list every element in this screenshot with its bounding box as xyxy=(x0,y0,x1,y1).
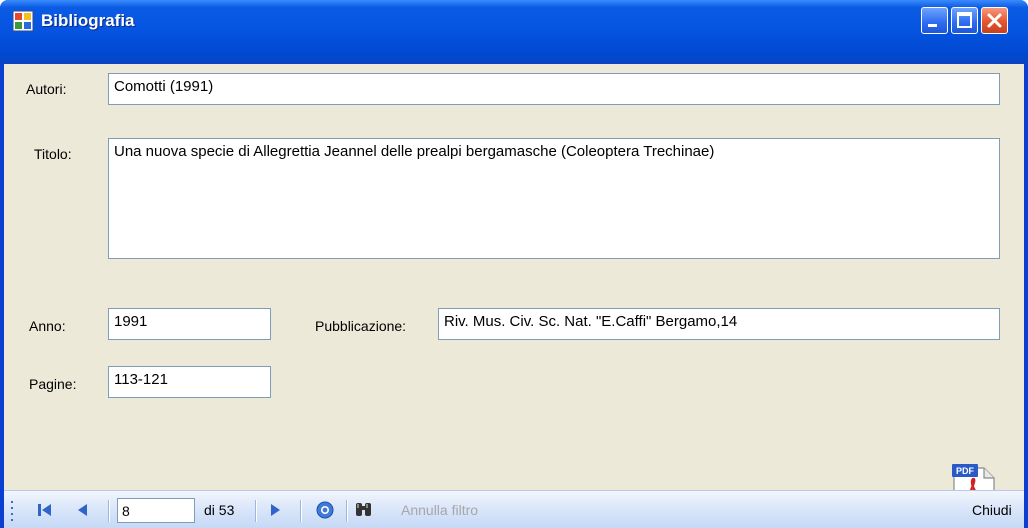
pubblicazione-field[interactable]: Riv. Mus. Civ. Sc. Nat. "E.Caffi" Bergam… xyxy=(438,308,1000,340)
first-record-icon xyxy=(38,504,51,516)
autori-label: Autori: xyxy=(26,81,67,97)
app-icon[interactable] xyxy=(12,10,34,32)
toolbar-separator xyxy=(300,500,302,522)
move-first-button[interactable] xyxy=(32,491,58,528)
position-input[interactable] xyxy=(117,498,195,523)
next-record-icon xyxy=(271,504,280,516)
help-icon xyxy=(316,501,334,519)
record-count-label: di 53 xyxy=(204,502,235,518)
autori-field[interactable]: Comotti (1991) xyxy=(108,73,1000,105)
minimize-icon xyxy=(928,24,937,27)
clear-filter-button[interactable]: Annulla filtro xyxy=(352,491,502,528)
window-title: Bibliografia xyxy=(41,11,135,30)
move-previous-button[interactable] xyxy=(71,491,95,528)
close-form-button[interactable]: Chiudi xyxy=(972,501,1012,519)
maximize-button[interactable] xyxy=(951,7,978,34)
pagine-field[interactable]: 113-121 xyxy=(108,366,271,398)
app-window: Bibliografia Autori: Comotti (1991) Tito… xyxy=(0,0,1028,528)
clear-filter-label: Annulla filtro xyxy=(401,502,479,518)
help-button[interactable] xyxy=(312,491,338,528)
toolbar-separator xyxy=(108,500,110,522)
maximize-icon xyxy=(957,12,972,28)
close-icon xyxy=(987,13,1002,28)
title-bar[interactable]: Bibliografia xyxy=(0,0,1028,64)
previous-record-icon xyxy=(78,504,87,516)
pagine-label: Pagine: xyxy=(29,376,77,392)
move-next-button[interactable] xyxy=(263,491,287,528)
anno-label: Anno: xyxy=(29,318,66,334)
anno-field[interactable]: 1991 xyxy=(108,308,271,340)
toolbar-separator xyxy=(346,500,348,522)
titolo-label: Titolo: xyxy=(34,146,72,162)
toolbar-grip-icon[interactable] xyxy=(11,501,14,521)
minimize-button[interactable] xyxy=(921,7,948,34)
svg-text:PDF: PDF xyxy=(956,466,975,476)
binding-navigator: di 53 xyxy=(4,490,1024,528)
binoculars-icon xyxy=(356,503,371,516)
close-window-button[interactable] xyxy=(981,7,1008,34)
form-body: Autori: Comotti (1991) Titolo: Una nuova… xyxy=(4,64,1024,528)
titolo-field[interactable]: Una nuova specie di Allegrettia Jeannel … xyxy=(108,138,1000,259)
pubblicazione-label: Pubblicazione: xyxy=(315,318,407,334)
toolbar-separator xyxy=(255,500,257,522)
